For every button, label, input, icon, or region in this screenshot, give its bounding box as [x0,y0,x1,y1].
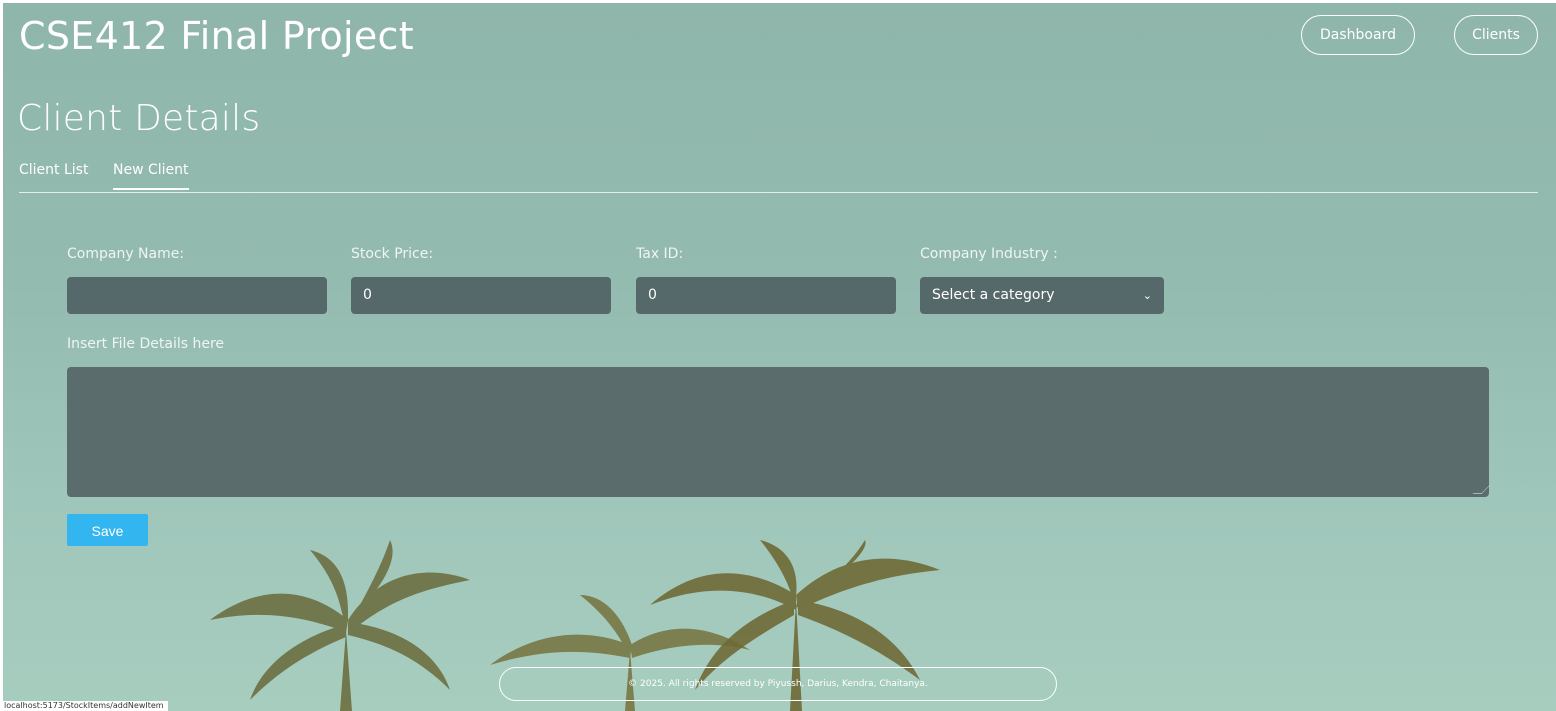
footer: © 2025. All rights reserved by Piyussh, … [499,667,1057,701]
resize-grip-icon[interactable] [1472,485,1491,494]
app-title: CSE412 Final Project [19,14,414,58]
company-industry-label: Company Industry : [920,246,1058,262]
tax-id-input[interactable]: 0 [636,277,896,314]
save-button[interactable]: Save [67,514,148,546]
chevron-down-icon: ⌄ [1142,289,1152,302]
page-title: Client Details [17,98,261,139]
company-industry-select[interactable]: Select a category ⌄ [920,277,1164,314]
stock-price-input[interactable]: 0 [351,277,611,314]
file-details-textarea[interactable] [67,367,1491,497]
tab-client-list[interactable]: Client List [19,162,88,178]
stock-price-label: Stock Price: [351,246,434,262]
company-name-input[interactable] [67,277,327,314]
status-bar-url: localhost:5173/StockItems/addNewItem [0,701,168,711]
tax-id-label: Tax ID: [636,246,684,262]
window-frame-top [0,0,1556,3]
company-name-label: Company Name: [67,246,185,262]
file-details-label: Insert File Details here [67,336,225,352]
nav-clients-button[interactable]: Clients [1454,15,1538,55]
footer-copyright: © 2025. All rights reserved by Piyussh, … [628,679,928,689]
nav-dashboard-button[interactable]: Dashboard [1301,15,1415,55]
tab-new-client[interactable]: New Client [113,162,189,190]
company-industry-selected: Select a category [932,287,1055,303]
window-frame-left [0,0,3,711]
tab-bar: Client List New Client [19,160,1538,193]
